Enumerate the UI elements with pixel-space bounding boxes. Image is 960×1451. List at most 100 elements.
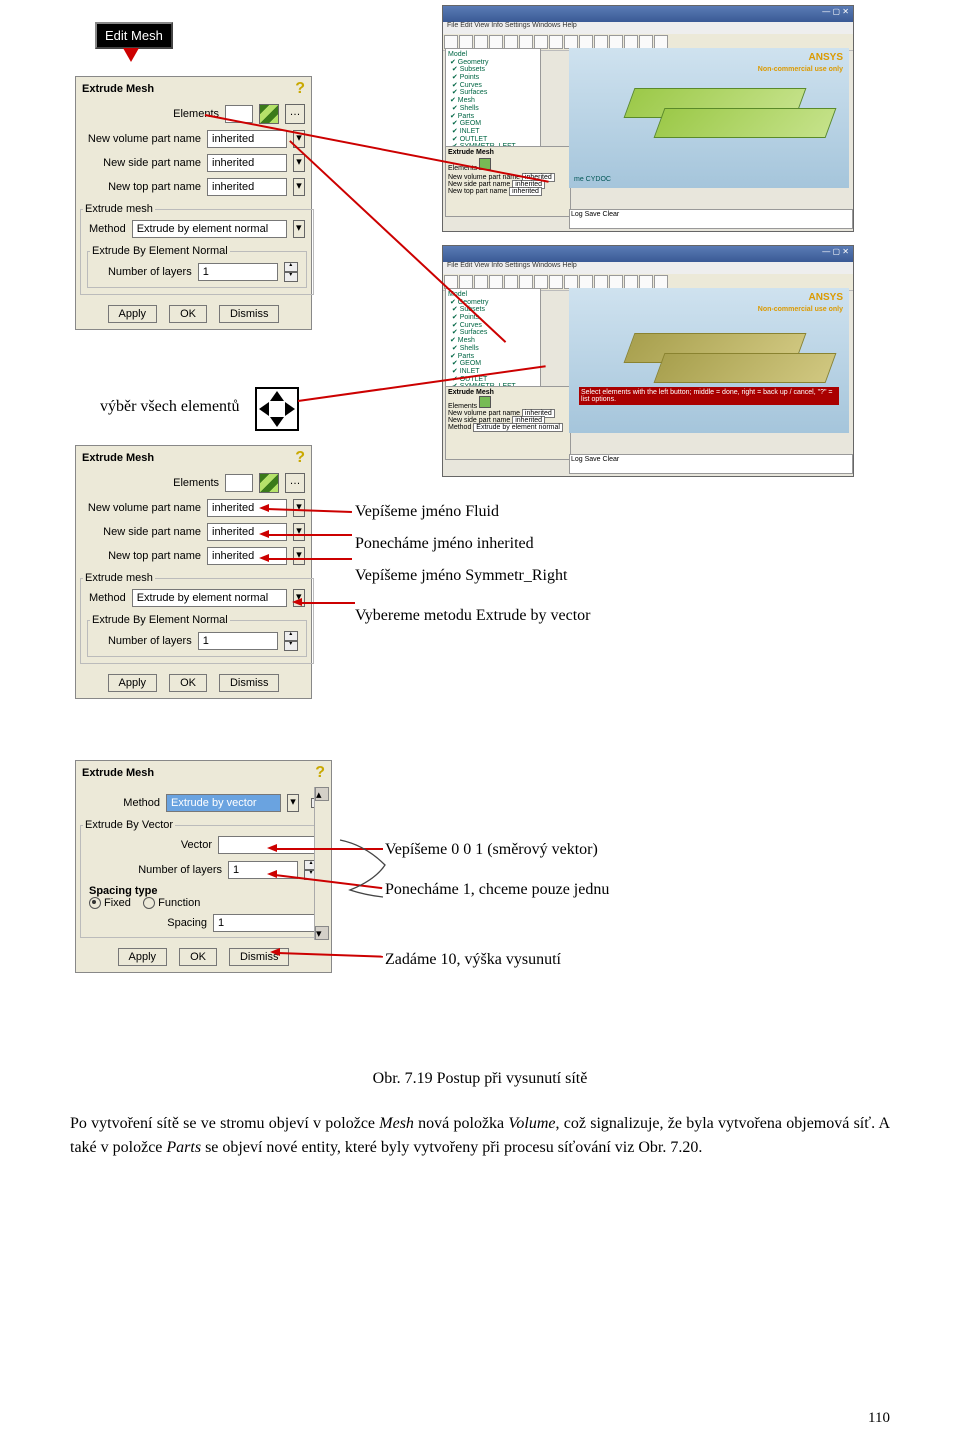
figure-caption: Obr. 7.19 Postup při vysunutí sítě	[0, 1070, 960, 1088]
edit-mesh-button[interactable]: Edit Mesh	[95, 22, 173, 49]
side-label: New side part name	[82, 157, 201, 169]
dropdown-icon[interactable]: ▾	[293, 523, 305, 541]
vector-label: Vector	[89, 839, 212, 851]
normal-legend: Extrude By Element Normal	[90, 245, 230, 257]
method-field[interactable]: Extrude by vector	[166, 794, 281, 812]
viewport[interactable]: ANSYSNon-commercial use only me CYDOC	[569, 48, 849, 188]
tool-icon[interactable]	[444, 35, 458, 49]
apply-button[interactable]: Apply	[108, 305, 158, 323]
red-connector	[267, 534, 352, 536]
spacing-label: Spacing	[89, 917, 207, 929]
dropdown-icon[interactable]: ▾	[293, 154, 305, 172]
ansys-window-top: — ▢ ✕ File Edit View Info Settings Windo…	[442, 5, 854, 232]
method-label: Method	[89, 592, 126, 604]
top-field[interactable]: inherited	[207, 547, 287, 565]
spin-down-icon[interactable]: ▾	[284, 641, 298, 651]
normal-legend: Extrude By Element Normal	[90, 614, 230, 626]
arrow-left-icon	[259, 504, 269, 512]
radio-fixed[interactable]	[89, 897, 101, 909]
ok-button[interactable]: OK	[169, 305, 207, 323]
top-label: New top part name	[82, 181, 201, 193]
log-panel[interactable]: Log Save Clear	[569, 209, 853, 229]
top-field[interactable]: inherited	[207, 178, 287, 196]
titlebar: — ▢ ✕	[443, 6, 853, 22]
dismiss-button[interactable]: Dismiss	[229, 948, 290, 966]
extrude-panel: Extrude Mesh Elements New volume part na…	[445, 146, 571, 217]
arrow-left-icon	[270, 948, 280, 956]
top-label: New top part name	[82, 550, 201, 562]
log-panel[interactable]: Log Save Clear	[569, 454, 853, 474]
elements-field[interactable]	[225, 474, 253, 492]
extrude-mesh-legend: Extrude mesh	[83, 203, 155, 215]
dropdown-icon[interactable]: ▾	[293, 547, 305, 565]
annotation: výběr všech elementů	[100, 395, 240, 419]
ok-button[interactable]: OK	[169, 674, 207, 692]
annotation: Zadáme 10, výška vysunutí	[385, 948, 561, 972]
scroll-up-icon[interactable]: ▴	[315, 787, 329, 801]
tree-panel[interactable]: Model ✔ Geometry ✔ Subsets ✔ Points ✔ Cu…	[445, 48, 541, 149]
side-label: New side part name	[82, 526, 201, 538]
normal-fieldset: Extrude By Element Normal Number of laye…	[87, 614, 307, 657]
side-field[interactable]: inherited	[207, 154, 287, 172]
dismiss-button[interactable]: Dismiss	[219, 305, 280, 323]
method-field[interactable]: Extrude by element normal	[132, 220, 287, 238]
titlebar: — ▢ ✕	[443, 246, 853, 262]
scribble-icon	[335, 835, 395, 905]
vol-label: New volume part name	[82, 502, 201, 514]
arrow-left-icon	[259, 530, 269, 538]
spacing-field[interactable]: 1	[213, 914, 318, 932]
dismiss-button[interactable]: Dismiss	[219, 674, 280, 692]
menubar[interactable]: File Edit View Info Settings Windows Hel…	[443, 262, 853, 274]
select-icon[interactable]	[259, 104, 279, 124]
vol-field[interactable]: inherited	[207, 130, 287, 148]
dropdown-icon[interactable]: ▾	[293, 220, 305, 238]
viewport[interactable]: ANSYSNon-commercial use only Select elem…	[569, 288, 849, 433]
method-label: Method	[89, 223, 126, 235]
layers-label: Number of layers	[96, 635, 192, 647]
dropdown-icon[interactable]: ▾	[293, 178, 305, 196]
select-icon[interactable]	[259, 473, 279, 493]
scrollbar[interactable]: ▴ ▾	[314, 787, 329, 940]
select-all-icon	[255, 387, 299, 431]
arrow-left-icon	[267, 844, 277, 852]
red-connector	[300, 602, 355, 604]
spin-up-icon[interactable]: ▴	[284, 262, 298, 272]
elements-label: Elements	[82, 108, 219, 120]
panel-title: Extrude Mesh	[448, 149, 494, 156]
method-field[interactable]: Extrude by element normal	[132, 589, 287, 607]
help-icon[interactable]: ?	[295, 80, 305, 98]
radio-fixed-label: Fixed	[104, 897, 131, 909]
layers-field[interactable]: 1	[198, 263, 278, 281]
layers-field[interactable]: 1	[198, 632, 278, 650]
arrow-down-icon	[123, 48, 139, 62]
extrude-mesh-fieldset: Extrude mesh Method Extrude by element n…	[80, 203, 314, 295]
apply-button[interactable]: Apply	[108, 674, 158, 692]
scroll-down-icon[interactable]: ▾	[315, 926, 329, 940]
page-number: 110	[868, 1410, 890, 1427]
arrow-left-icon	[292, 598, 302, 606]
dialog-title: Extrude Mesh	[82, 767, 154, 779]
more-icon[interactable]: …	[285, 473, 305, 493]
ok-button[interactable]: OK	[179, 948, 217, 966]
annotation: Ponecháme 1, chceme pouze jednu	[385, 878, 609, 902]
vector-fieldset: Extrude By Vector Vector Number of layer…	[80, 819, 327, 938]
apply-button[interactable]: Apply	[118, 948, 168, 966]
help-icon[interactable]: ?	[315, 764, 325, 782]
radio-function[interactable]	[143, 897, 155, 909]
vol-label: New volume part name	[82, 133, 201, 145]
help-icon[interactable]: ?	[295, 449, 305, 467]
extrude-mesh-dialog-1: Extrude Mesh ? Elements … New volume par…	[75, 76, 312, 330]
dialog-title: Extrude Mesh	[82, 83, 154, 95]
spin-down-icon[interactable]: ▾	[284, 272, 298, 282]
layers-label: Number of layers	[96, 266, 192, 278]
annotation: Vepíšeme jméno Fluid Ponecháme jméno inh…	[355, 500, 615, 628]
side-field[interactable]: inherited	[207, 523, 287, 541]
dropdown-icon[interactable]: ▾	[287, 794, 299, 812]
spin-up-icon[interactable]: ▴	[284, 631, 298, 641]
more-icon[interactable]: …	[285, 104, 305, 124]
ansys-window-bottom: — ▢ ✕ File Edit View Info Settings Windo…	[442, 245, 854, 477]
radio-function-label: Function	[158, 897, 200, 909]
menubar[interactable]: File Edit View Info Settings Windows Hel…	[443, 22, 853, 34]
arrow-left-icon	[259, 554, 269, 562]
extrude-panel: Extrude Mesh Elements New volume part na…	[445, 386, 571, 460]
